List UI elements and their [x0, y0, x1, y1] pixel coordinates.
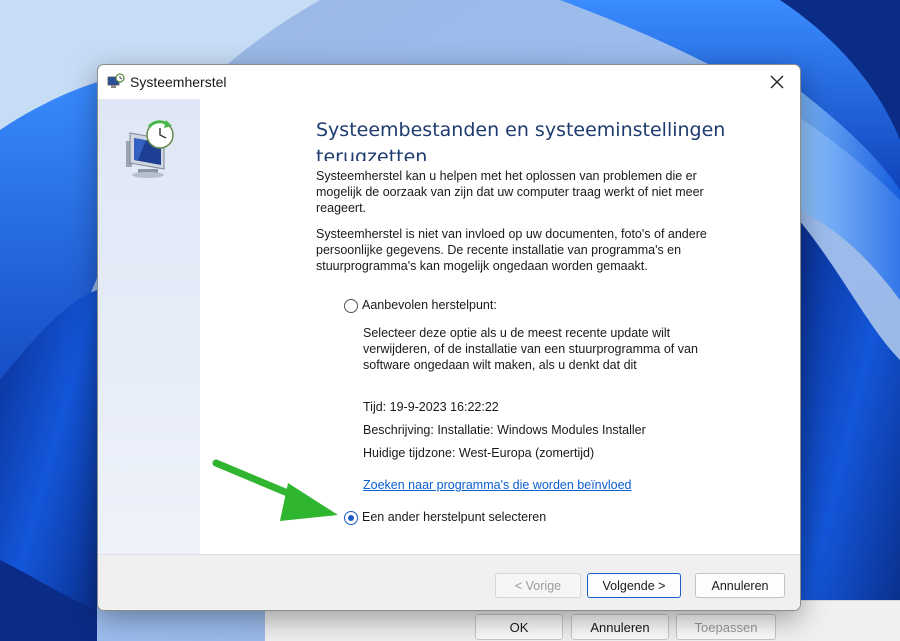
background-ok-button[interactable]: OK — [475, 614, 563, 640]
restore-point-description: Beschrijving: Installatie: Windows Modul… — [363, 423, 646, 437]
cancel-button[interactable]: Annuleren — [695, 573, 785, 598]
close-icon — [770, 75, 784, 89]
system-restore-monitor-icon — [126, 120, 174, 178]
title-bar[interactable]: Systeemherstel — [98, 65, 800, 99]
other-option-label[interactable]: Een ander herstelpunt selecteren — [362, 510, 546, 524]
desktop: OK Annuleren Toepassen Systeemherstel Sy… — [0, 0, 900, 641]
back-button[interactable]: < Vorige — [495, 573, 581, 598]
background-cancel-button[interactable]: Annuleren — [571, 614, 669, 640]
next-button[interactable]: Volgende > — [587, 573, 681, 598]
system-restore-icon — [107, 73, 125, 88]
radio-recommended-restore-point[interactable] — [344, 299, 358, 313]
recommended-option-description: Selecteer deze optie als u de meest rece… — [363, 326, 698, 372]
system-restore-dialog: Systeemherstel Systeembestanden en syste… — [97, 64, 801, 611]
recommended-option-label[interactable]: Aanbevolen herstelpunt: — [362, 298, 497, 312]
restore-point-timezone: Huidige tijdzone: West-Europa (zomertijd… — [363, 446, 595, 460]
sidebar-panel — [98, 99, 200, 554]
window-title: Systeemherstel — [130, 74, 227, 90]
page-heading: Systeembestanden en systeeminstellingen … — [316, 119, 726, 161]
intro-paragraph: Systeemherstel kan u helpen met het oplo… — [316, 169, 704, 215]
close-button[interactable] — [754, 65, 800, 99]
background-apply-button[interactable]: Toepassen — [676, 614, 776, 640]
green-arrow-icon — [212, 459, 338, 521]
info-paragraph: Systeemherstel is niet van invloed op uw… — [316, 227, 707, 273]
scan-affected-programs-link[interactable]: Zoeken naar programma's die worden beïnv… — [363, 478, 632, 492]
restore-point-time: Tijd: 19-9-2023 16:22:22 — [363, 400, 499, 414]
button-bar: < Vorige Volgende > Annuleren — [98, 554, 800, 610]
